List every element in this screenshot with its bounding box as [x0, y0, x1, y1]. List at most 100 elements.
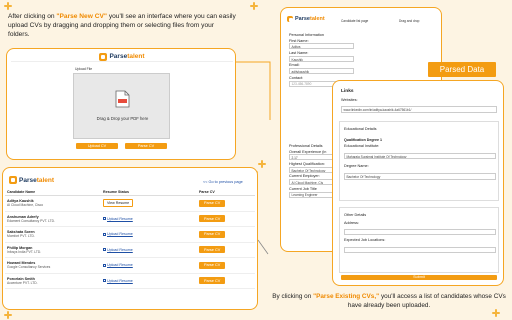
table-row: Aditya Kaushik AI Cloud Machine, Cisco Vi…: [5, 195, 255, 212]
other-details-title: Other Details: [344, 213, 367, 217]
current-job-title-label: Current Job Title: [289, 186, 317, 191]
current-employer-label: Current Employer:: [289, 174, 320, 179]
email-label: Email:: [289, 63, 300, 68]
highest-qualification-label: Highest Qualification:: [289, 161, 325, 166]
candidate-company: Momfort PVT. LTD.: [7, 234, 35, 239]
current-employer-input[interactable]: AI Cloud Machine, Cis: [289, 179, 337, 186]
candidate-list-link[interactable]: Candidate list page: [341, 19, 368, 23]
expected-locations-label: Expected Job Locations:: [344, 237, 386, 242]
education-box: Educational Details Qualification Degree…: [339, 121, 499, 201]
current-job-title-input[interactable]: Learning Engineer: [289, 191, 337, 198]
upload-resume-label: Upload Resume: [107, 278, 133, 283]
logo-text: Parse: [109, 53, 128, 60]
upload-resume-link[interactable]: Upload Resume: [103, 217, 133, 221]
logo: Parse talent: [9, 176, 54, 184]
bottom-caption: By clicking on "Parse Existing CVs," you…: [270, 293, 508, 311]
upload-resume-link[interactable]: Upload Resume: [103, 232, 133, 236]
address-input[interactable]: [344, 228, 496, 235]
last-name-input[interactable]: Kaushik: [289, 55, 354, 62]
caption-text: By clicking on: [272, 293, 314, 300]
parse-cv-button[interactable]: Parse CV: [199, 199, 226, 207]
header-resume-status: Resume Status: [101, 188, 197, 196]
view-resume-button[interactable]: View Resume: [103, 199, 134, 208]
table-row: Sakshata Soren Momfort PVT. LTD. Upload R…: [5, 226, 255, 243]
upload-icon: [103, 263, 106, 267]
upload-icon: [103, 217, 106, 220]
parse-cv-button[interactable]: Parse CV: [199, 277, 226, 285]
professional-details-title: Professional Details: [289, 144, 323, 148]
candidate-company: Infosys India PVT. LTD.: [7, 249, 42, 254]
websites-label: Websites:: [341, 98, 358, 102]
drop-zone-text: Drag & Drop your PDF here: [96, 116, 149, 121]
institute-label: Educational Institute:: [344, 143, 380, 148]
parse-cv-button[interactable]: Parse CV: [199, 215, 226, 223]
parsetalent-logo-icon: [287, 16, 293, 22]
parse-cv-button[interactable]: Parse CV: [125, 143, 167, 149]
candidate-list-card: Parse talent << Go to previous page Candi…: [2, 167, 258, 310]
institute-input[interactable]: Maharaja Surajmal Institute Of Technolog…: [344, 152, 496, 159]
address-label: Address:: [344, 220, 359, 225]
upload-resume-label: Upload Resume: [107, 232, 133, 236]
candidate-table: Candidate Name Resume Status Parse CV Ad…: [5, 188, 255, 289]
submit-button[interactable]: Submit: [341, 275, 497, 280]
degree-name-input[interactable]: Bachelor Of Technology: [344, 172, 496, 180]
parsed-data-card: Links Websites: www.linkedin.com/in/adit…: [332, 80, 504, 286]
links-title: Links: [341, 89, 354, 94]
first-name-input[interactable]: Aditya: [289, 43, 354, 50]
overall-experience-input[interactable]: 2.17: [289, 154, 337, 161]
upload-resume-link[interactable]: Upload Resume: [103, 279, 133, 283]
upload-resume-label: Upload Resume: [107, 247, 133, 252]
degree-name-label: Degree Name:: [344, 163, 369, 168]
parse-cv-button[interactable]: Parse CV: [199, 261, 226, 269]
logo-text: talent: [310, 16, 325, 22]
website-input[interactable]: www.linkedin.com/in/aditya-kaushik-4a675…: [341, 105, 497, 113]
table-row: Phillip Morgan Infosys India PVT. LTD. Up…: [5, 242, 255, 258]
table-row: Porcelain Smith Accenture PVT. LTD. Uploa…: [5, 273, 255, 289]
candidate-company: Edament Consultancy PVT. LTD.: [7, 218, 55, 223]
parsed-data-badge: Parsed Data: [428, 62, 496, 77]
header-parse-cv: Parse CV: [197, 188, 255, 196]
expected-locations-input[interactable]: [344, 246, 496, 253]
upload-icon: [103, 279, 106, 282]
upload-icon: [103, 248, 106, 251]
logo-text: Parse: [19, 176, 37, 184]
highest-qualification-input[interactable]: Bachelor Of Technology: [289, 166, 337, 173]
parse-cv-button[interactable]: Parse CV: [199, 246, 226, 254]
other-details-box: Other Details Address: Expected Job Loca…: [339, 207, 499, 273]
caption-highlight: "Parse Existing CVs,": [313, 293, 380, 300]
parsetalent-logo-icon: [9, 176, 17, 184]
logo: Parse talent: [99, 52, 145, 61]
upload-card: Parse talent Upload File Drag & Drop your…: [6, 48, 236, 160]
table-row: Anshuman Adrefy Edament Consultancy PVT. …: [5, 211, 255, 227]
upload-resume-link[interactable]: Upload Resume: [103, 248, 133, 252]
email-input[interactable]: aditykaushik: [289, 68, 354, 75]
parse-cv-button[interactable]: Parse CV: [199, 230, 226, 238]
drag-drop-link[interactable]: Drag and drop: [399, 19, 419, 23]
first-name-label: First Name:: [289, 38, 309, 43]
document-pdf-icon: [115, 90, 130, 108]
personal-info-title: Personal Information: [289, 33, 325, 37]
logo-text: talent: [127, 53, 145, 60]
qualification-degree-title: Qualification Degree 1: [344, 138, 382, 142]
previous-page-link[interactable]: << Go to previous page: [203, 180, 243, 184]
logo-text: talent: [36, 176, 55, 184]
educational-details-title: Educational Details: [344, 127, 377, 131]
candidate-company: AI Cloud Machine, Cisco: [7, 203, 44, 208]
overall-experience-label: Overall Experience (in: [289, 149, 327, 154]
last-name-label: Last Name:: [289, 50, 309, 55]
candidate-company: Google Consultancy Services: [7, 265, 51, 270]
upload-icon: [103, 232, 106, 236]
upload-cv-button[interactable]: Upload CV: [76, 143, 118, 149]
candidate-company: Accenture PVT. LTD.: [7, 280, 38, 285]
upload-resume-link[interactable]: Upload Resume: [103, 263, 133, 267]
logo-text: Parse: [295, 16, 310, 22]
logo: Parse talent: [287, 16, 325, 22]
header-candidate-name: Candidate Name: [5, 188, 101, 196]
upload-file-label: Upload File: [75, 67, 93, 71]
upload-resume-label: Upload Resume: [107, 216, 133, 221]
upload-resume-label: Upload Resume: [107, 263, 133, 267]
table-row: Howard Mendes Google Consultancy Services…: [5, 257, 255, 274]
parsetalent-logo-icon: [99, 52, 108, 61]
drop-zone[interactable]: Drag & Drop your PDF here: [73, 73, 170, 139]
table-header-row: Candidate Name Resume Status Parse CV: [5, 188, 255, 196]
